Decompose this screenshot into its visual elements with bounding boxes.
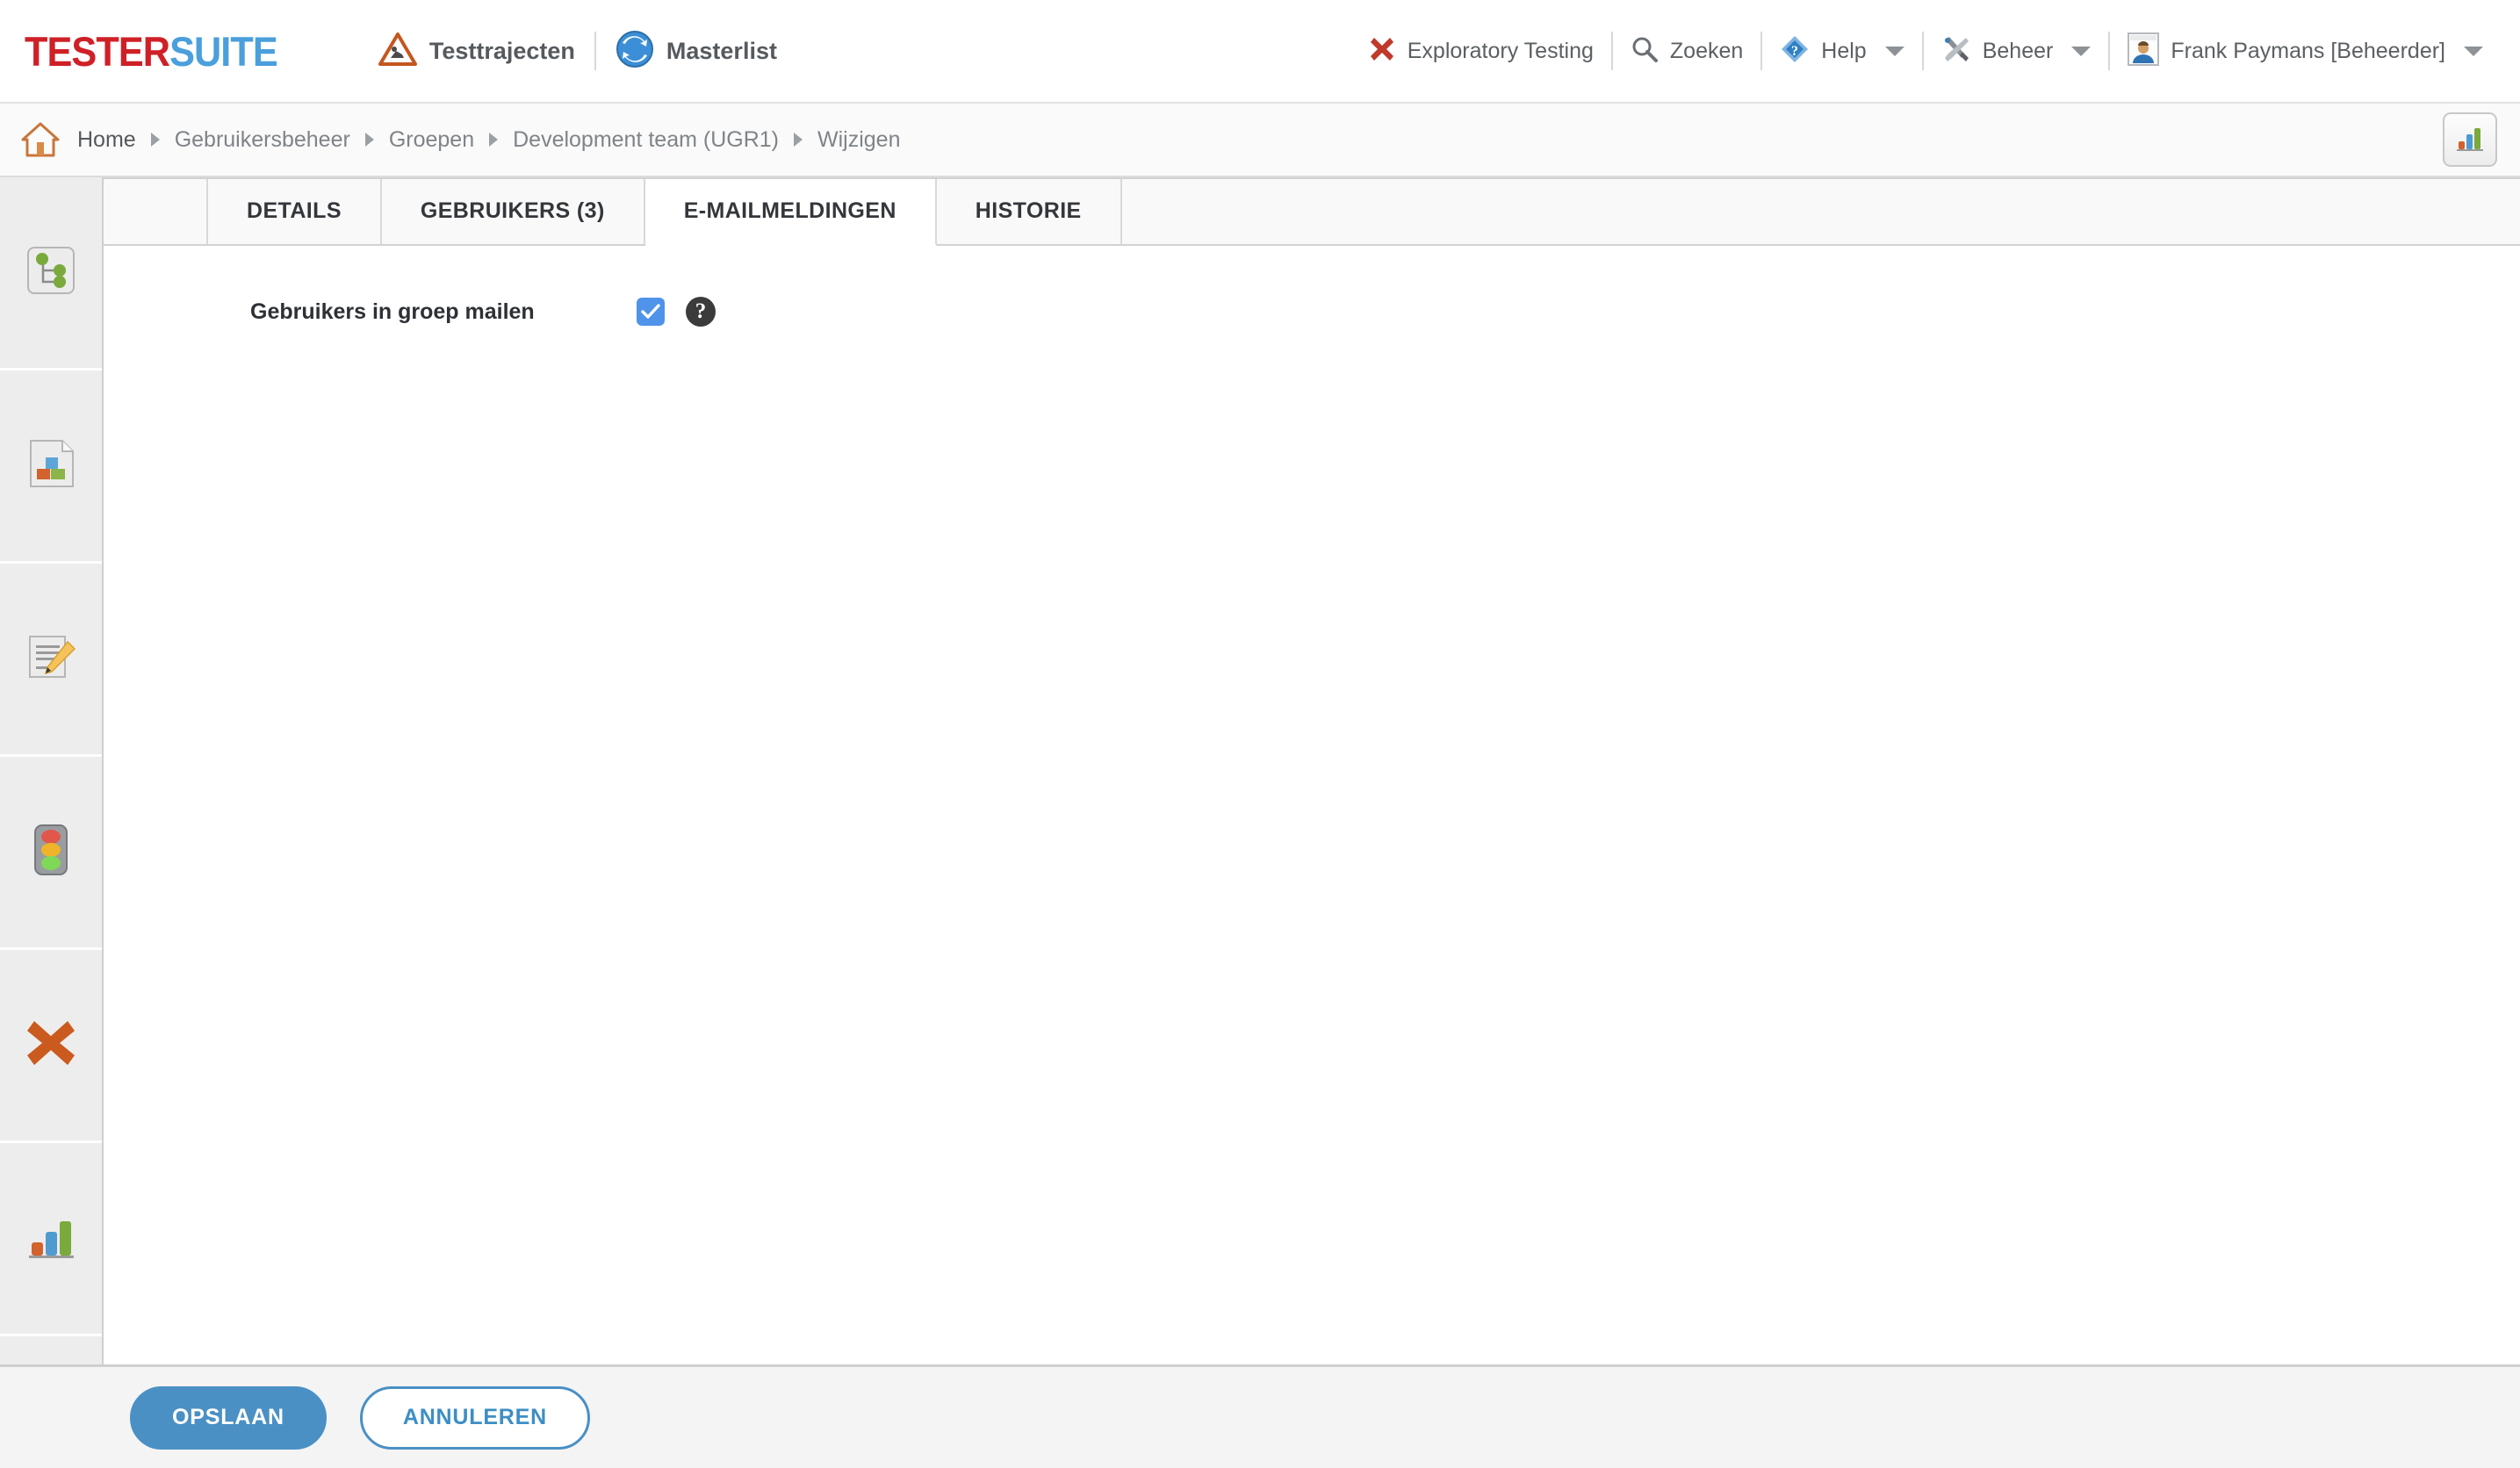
- tab-label-emailmeldingen: E-MAILMELDINGEN: [683, 198, 896, 223]
- cancel-button[interactable]: ANNULEREN: [359, 1385, 590, 1450]
- breadcrumb-bar: Home Gebruikersbeheer Groepen Developmen…: [0, 104, 2520, 177]
- secondary-nav: Exploratory Testing Zoeken ? Help Beheer…: [1350, 32, 2501, 70]
- sidebar-filler: [0, 1336, 102, 1364]
- breadcrumb-item-home[interactable]: Home: [74, 127, 140, 153]
- nav-label-user: Frank Paymans [Beheerder]: [2171, 38, 2445, 63]
- tab-label-historie: HISTORIE: [975, 198, 1082, 223]
- orange-x-icon: [24, 1018, 78, 1073]
- breadcrumb: Home Gebruikersbeheer Groepen Developmen…: [74, 127, 904, 153]
- label-mail-users: Gebruikers in groep mailen: [250, 299, 535, 324]
- top-header-bar: TESTERSUITE Testtrajecten Masterlist Exp…: [0, 0, 2520, 104]
- tab-bar: DETAILS GEBRUIKERS (3) E-MAILMELDINGEN H…: [104, 177, 2520, 246]
- tab-gebruikers[interactable]: GEBRUIKERS (3): [381, 177, 645, 244]
- nav-item-zoeken[interactable]: Zoeken: [1613, 35, 1760, 68]
- help-icon[interactable]: ?: [686, 297, 716, 327]
- reports-chart-button[interactable]: [2443, 112, 2497, 167]
- tab-emailmeldingen[interactable]: E-MAILMELDINGEN: [644, 177, 937, 246]
- nav-item-help[interactable]: ? Help: [1762, 34, 1921, 68]
- breadcrumb-item-gebruikersbeheer[interactable]: Gebruikersbeheer: [171, 127, 354, 153]
- save-button-label: OPSLAAN: [172, 1405, 284, 1429]
- check-icon: [641, 304, 660, 319]
- form-footer: OPSLAAN ANNULEREN: [0, 1364, 2520, 1468]
- page-body: DETAILS GEBRUIKERS (3) E-MAILMELDINGEN H…: [0, 177, 2520, 1364]
- document-edit-icon: [24, 630, 78, 688]
- nav-item-testtrajecten[interactable]: Testtrajecten: [359, 32, 594, 71]
- breadcrumb-item-groepen[interactable]: Groepen: [385, 127, 478, 153]
- nav-label-masterlist: Masterlist: [666, 37, 777, 64]
- tab-panel-emailmeldingen: Gebruikers in groep mailen ?: [104, 246, 2520, 1364]
- left-sidebar: [0, 177, 104, 1364]
- nav-label-beheer: Beheer: [1982, 38, 2054, 63]
- save-button[interactable]: OPSLAAN: [130, 1385, 327, 1450]
- home-icon[interactable]: [21, 121, 60, 158]
- user-avatar-icon: [2128, 32, 2160, 70]
- help-diamond-icon: ?: [1780, 34, 1810, 68]
- sidebar-item-status[interactable]: [0, 757, 102, 950]
- breadcrumb-separator-icon: [364, 133, 374, 147]
- svg-text:?: ?: [1791, 44, 1798, 59]
- tab-historie[interactable]: HISTORIE: [936, 177, 1122, 244]
- roadworks-warning-icon: [378, 32, 417, 71]
- nav-label-exploratory-testing: Exploratory Testing: [1407, 38, 1594, 63]
- tab-label-details: DETAILS: [247, 198, 342, 223]
- building-blocks-document-icon: [24, 436, 78, 495]
- nav-label-help: Help: [1821, 38, 1867, 63]
- logo-text-suite: SUITE: [169, 27, 278, 75]
- nav-item-user-menu[interactable]: Frank Paymans [Beheerder]: [2110, 32, 2501, 70]
- primary-app-nav: Testtrajecten Masterlist: [359, 30, 796, 73]
- breadcrumb-separator-icon: [794, 133, 803, 147]
- chevron-down-icon[interactable]: [1884, 46, 1904, 56]
- bar-chart-icon: [2455, 124, 2485, 156]
- tools-icon: [1941, 34, 1971, 68]
- sidebar-item-edit[interactable]: [0, 564, 102, 757]
- sidebar-item-reports[interactable]: [0, 1143, 102, 1336]
- chevron-down-icon[interactable]: [2071, 46, 2092, 56]
- checkbox-mail-users[interactable]: [637, 298, 665, 326]
- tab-details[interactable]: DETAILS: [208, 177, 382, 244]
- logo-text-tester: TESTER: [25, 27, 170, 75]
- tab-label-gebruikers: GEBRUIKERS (3): [420, 198, 605, 223]
- nav-item-beheer[interactable]: Beheer: [1924, 34, 2109, 68]
- breadcrumb-separator-icon: [489, 133, 499, 147]
- traffic-light-icon: [26, 823, 76, 882]
- tab-bar-leading-spacer: [104, 177, 208, 244]
- nav-label-testtrajecten: Testtrajecten: [428, 37, 575, 64]
- search-icon: [1631, 35, 1659, 68]
- nav-item-exploratory-testing[interactable]: Exploratory Testing: [1350, 35, 1611, 68]
- sidebar-item-defects[interactable]: [0, 950, 102, 1143]
- bar-chart-icon: [24, 1212, 78, 1265]
- nav-label-zoeken: Zoeken: [1669, 38, 1744, 63]
- chevron-down-icon[interactable]: [2464, 46, 2483, 56]
- sidebar-item-hierarchy[interactable]: [0, 177, 102, 371]
- breadcrumb-separator-icon: [150, 133, 160, 147]
- tab-bar-filler: [1121, 177, 2520, 244]
- red-x-icon: [1368, 35, 1396, 68]
- application-window: TESTERSUITE Testtrajecten Masterlist Exp…: [0, 0, 2520, 1468]
- main-content: DETAILS GEBRUIKERS (3) E-MAILMELDINGEN H…: [104, 177, 2520, 1364]
- cancel-button-label: ANNULEREN: [402, 1405, 547, 1429]
- sync-globe-icon: [616, 30, 654, 73]
- breadcrumb-item-development-team[interactable]: Development team (UGR1): [509, 127, 782, 153]
- nav-item-masterlist[interactable]: Masterlist: [596, 30, 796, 73]
- breadcrumb-item-wijzigen[interactable]: Wijzigen: [814, 127, 904, 153]
- app-logo[interactable]: TESTERSUITE: [25, 27, 278, 76]
- form-row-mail-users: Gebruikers in groep mailen ?: [104, 297, 2520, 327]
- hierarchy-tree-icon: [24, 243, 78, 302]
- sidebar-item-modules[interactable]: [0, 371, 102, 564]
